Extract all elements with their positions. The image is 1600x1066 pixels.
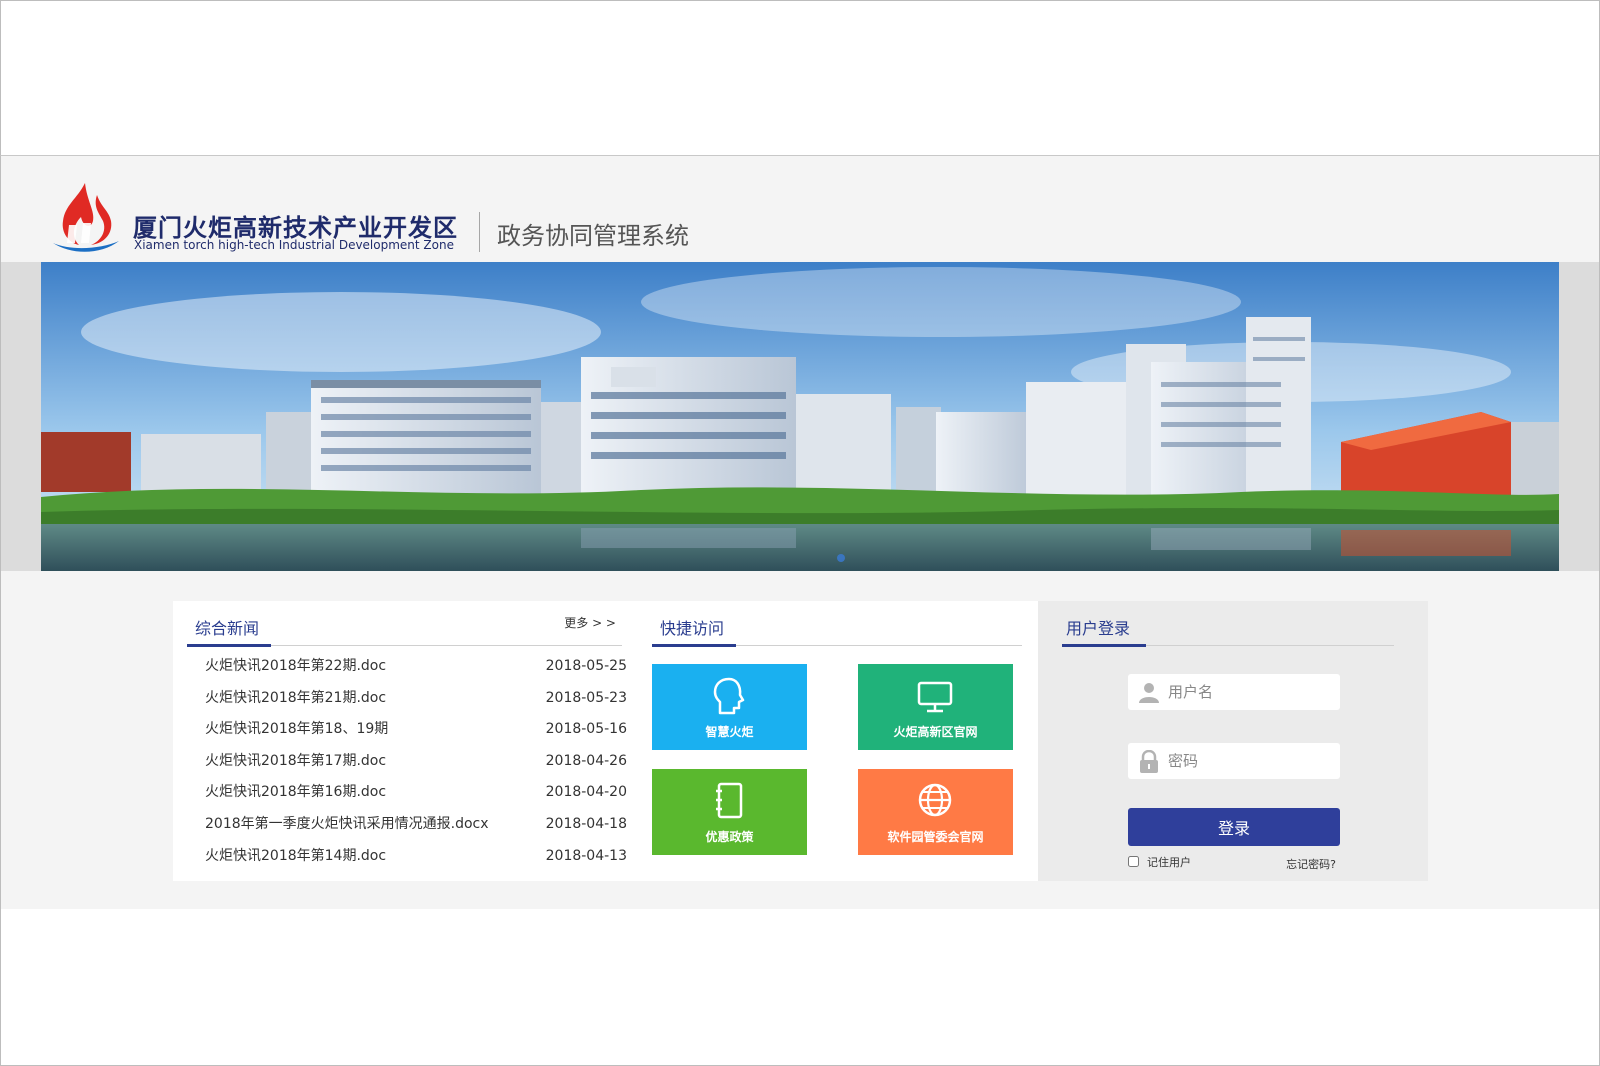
tile-torch-official-site[interactable]: 火炬高新区官网 [858,664,1013,750]
news-item-title[interactable]: 火炬快讯2018年第21期.doc [205,683,386,715]
news-item[interactable]: 火炬快讯2018年第16期.doc 2018-04-20 [187,777,627,809]
forgot-password-link[interactable]: 忘记密码? [1286,856,1336,872]
lock-icon [1140,750,1158,773]
news-item-title[interactable]: 火炬快讯2018年第16期.doc [205,777,386,809]
tile-label: 优惠政策 [705,830,754,844]
password-field[interactable] [1128,743,1340,779]
quick-access-title: 快捷访问 [660,619,725,638]
username-input[interactable] [1168,674,1333,710]
news-list: 火炬快讯2018年第22期.doc 2018-05-25 火炬快讯2018年第2… [187,651,627,872]
news-item-date: 2018-04-20 [545,784,627,801]
quick-access-underline [652,644,736,647]
campus-banner-image [41,262,1559,571]
news-more-link[interactable]: 更多 > > [564,614,616,631]
remember-user-label: 记住用户 [1147,856,1191,869]
news-item-title[interactable]: 火炬快讯2018年第14期.doc [205,841,386,873]
globe-icon [918,783,952,817]
news-item-date: 2018-04-18 [545,815,627,832]
login-title-underline [1062,644,1146,647]
news-item[interactable]: 火炬快讯2018年第21期.doc 2018-05-23 [187,683,627,715]
news-item-date: 2018-04-13 [545,847,627,864]
news-item-date: 2018-04-26 [545,752,627,769]
notebook-icon [716,782,743,819]
head-icon [713,677,745,715]
carousel-indicator[interactable] [837,554,845,562]
screenshot-frame-bottom [0,909,1600,1066]
tile-software-park-site[interactable]: 软件园管委会官网 [858,769,1013,855]
tile-label: 火炬高新区官网 [893,725,978,739]
username-field[interactable] [1128,674,1340,710]
org-name-en: Xiamen torch high-tech Industrial Develo… [134,238,454,252]
system-title: 政务协同管理系统 [497,222,689,250]
news-item-title[interactable]: 火炬快讯2018年第22期.doc [205,651,386,683]
login-panel-title: 用户登录 [1066,619,1131,638]
news-item-date: 2018-05-25 [545,658,627,674]
tile-smart-torch[interactable]: 智慧火炬 [652,664,807,750]
news-item[interactable]: 火炬快讯2018年第17期.doc 2018-04-26 [187,746,627,778]
news-item-title[interactable]: 火炬快讯2018年第17期.doc [205,746,386,778]
news-item[interactable]: 火炬快讯2018年第22期.doc 2018-05-25 [187,651,627,683]
login-panel-header: 用户登录 [1062,601,1394,647]
news-title-underline [187,644,271,647]
quick-access-panel: 快捷访问 智慧火炬 火炬高新区官网 优惠政策 软件园管委会官网 [638,601,1038,881]
news-item-date: 2018-05-16 [545,721,627,738]
news-item[interactable]: 2018年第一季度火炬快讯采用情况通报.docx 2018-04-18 [187,809,627,841]
screenshot-frame-top [0,0,1600,155]
monitor-icon [917,681,953,713]
login-panel: 用户登录 登录 记住用户 [1038,601,1428,881]
tile-preferential-policy[interactable]: 优惠政策 [652,769,807,855]
remember-user[interactable]: 记住用户 [1128,854,1191,870]
news-item-title[interactable]: 2018年第一季度火炬快讯采用情况通报.docx [205,809,489,841]
quick-access-header: 快捷访问 [652,601,1022,647]
news-item-title[interactable]: 火炬快讯2018年第18、19期 [205,714,388,746]
news-panel-title: 综合新闻 [195,619,260,638]
news-panel-header: 综合新闻 更多 > > [187,601,622,647]
news-item[interactable]: 火炬快讯2018年第18、19期 2018-05-16 [187,714,627,746]
user-icon [1139,683,1159,703]
news-panel: 综合新闻 更多 > > 火炬快讯2018年第22期.doc 2018-05-25… [173,601,638,881]
news-item[interactable]: 火炬快讯2018年第14期.doc 2018-04-13 [187,841,627,873]
header-divider [479,212,480,252]
remember-user-checkbox[interactable] [1128,856,1139,867]
site-header: 厦门火炬高新技术产业开发区 Xiamen torch high-tech Ind… [1,156,1599,262]
password-input[interactable] [1168,743,1333,779]
app-window: 厦门火炬高新技术产业开发区 Xiamen torch high-tech Ind… [0,155,1600,909]
tile-label: 智慧火炬 [705,725,754,739]
news-item-date: 2018-05-23 [545,689,627,706]
torch-logo-icon [53,183,119,252]
tile-label: 软件园管委会官网 [887,830,984,844]
login-button[interactable]: 登录 [1128,808,1340,846]
